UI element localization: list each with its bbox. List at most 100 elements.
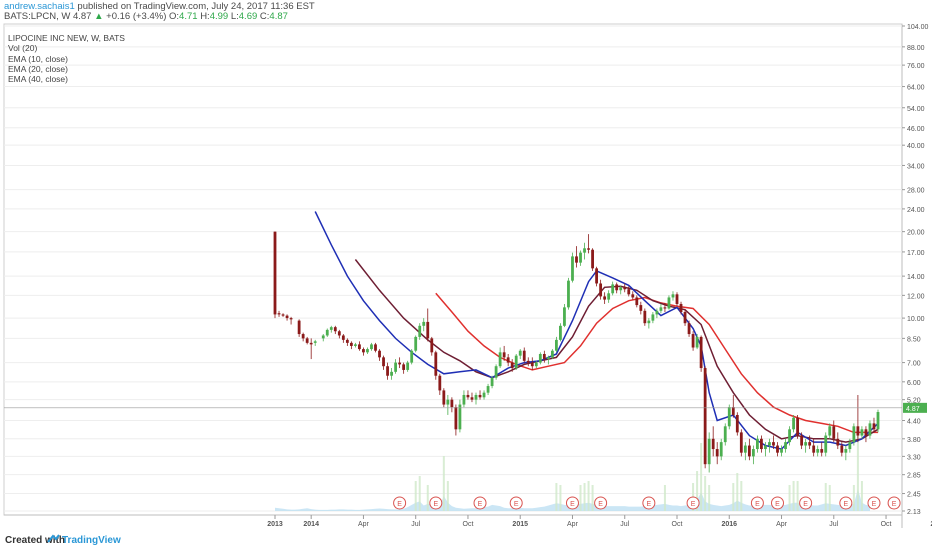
candle-body: [366, 349, 369, 353]
candle-body: [804, 442, 808, 446]
candle-body: [514, 355, 518, 369]
candle-body: [860, 429, 864, 436]
candle-body: [470, 397, 474, 400]
candle-body: [800, 435, 804, 446]
candle-body: [643, 310, 647, 324]
candle-body: [719, 442, 723, 457]
candle-body: [301, 334, 305, 339]
candle-body: [760, 438, 763, 450]
candle-body: [305, 338, 309, 343]
earnings-marker-label: E: [598, 501, 603, 508]
candle-body: [490, 377, 494, 387]
volume-bar: [555, 483, 558, 511]
earnings-marker-label: E: [478, 501, 483, 508]
legend-symbol[interactable]: LIPOCINE INC NEW, W, BATS: [8, 33, 125, 43]
candle-body: [559, 325, 562, 340]
x-tick-label: Jul: [829, 521, 838, 528]
candle-body: [691, 334, 695, 348]
x-tick-label: 2015: [512, 521, 528, 528]
y-tick-label: 10.00: [907, 316, 925, 323]
candle-body: [603, 296, 607, 300]
candle-body: [277, 313, 281, 315]
candle-body: [563, 307, 566, 326]
candle-body: [486, 386, 490, 393]
candle-body: [840, 445, 844, 453]
candle-body: [611, 284, 615, 294]
candle-body: [579, 252, 582, 263]
candle-body: [703, 368, 707, 465]
candle-body: [627, 289, 631, 295]
y-tick-label: 64.00: [907, 85, 925, 92]
x-tick-label: 2016: [721, 521, 737, 528]
candle-body: [370, 344, 373, 350]
candle-body: [321, 335, 325, 339]
volume-bar: [852, 485, 855, 511]
candle-body: [695, 336, 699, 348]
candle-body: [739, 432, 743, 453]
candle-body: [555, 339, 558, 351]
candle-body: [442, 390, 446, 405]
ema10-line: [314, 211, 879, 450]
plot-frame: [3, 23, 903, 516]
candle-body: [679, 303, 683, 313]
candle-body: [289, 318, 293, 320]
footer: Created with TradingView: [0, 528, 932, 550]
candle-body: [699, 336, 703, 369]
open-label: O:: [169, 11, 180, 22]
candle-body: [756, 438, 759, 450]
x-tick-label: 2013: [267, 521, 283, 528]
legend-ema10[interactable]: EMA (10, close): [8, 54, 125, 64]
volume-bar: [446, 481, 449, 511]
candle-body: [824, 435, 828, 453]
candle-body: [345, 339, 349, 343]
candle-body: [631, 294, 635, 298]
candle-body: [635, 297, 639, 306]
candle-body: [768, 442, 771, 446]
candle-body: [764, 445, 767, 450]
y-tick-label: 4.40: [907, 419, 921, 426]
y-tick-label: 14.00: [907, 274, 925, 281]
candle-body: [454, 407, 458, 430]
candle-body: [273, 231, 277, 315]
y-tick-label: 28.00: [907, 188, 925, 195]
candle-body: [868, 423, 872, 436]
legend-ema40[interactable]: EMA (40, close): [8, 74, 125, 84]
x-tick-label: Apr: [358, 521, 370, 528]
candle-body: [780, 449, 783, 453]
y-tick-label: 24.00: [907, 207, 925, 214]
volume-bar: [587, 481, 590, 511]
candle-body: [715, 449, 719, 457]
candle-body: [591, 249, 594, 269]
earnings-marker-label: E: [647, 501, 652, 508]
volume-bar: [426, 485, 429, 511]
candle-body: [530, 362, 534, 367]
volume-bar: [708, 485, 711, 511]
candle-body: [337, 331, 341, 336]
candle-body: [683, 312, 687, 324]
earnings-marker-label: E: [570, 501, 575, 508]
candle-body: [333, 327, 337, 332]
candle-body: [723, 426, 727, 443]
candle-body: [506, 357, 510, 363]
last-price-label: 4.87: [906, 406, 920, 413]
legend-volume[interactable]: Vol (20): [8, 43, 125, 53]
legend-ema20[interactable]: EMA (20, close): [8, 64, 125, 74]
candle-body: [349, 342, 353, 346]
candle-body: [583, 248, 586, 253]
candle-body: [663, 307, 667, 309]
candle-body: [542, 353, 546, 360]
price-chart[interactable]: 104.00 88.00 76.00 64.00 54.00 46.00 40.00 34.0…: [0, 22, 932, 528]
volume-bar: [736, 473, 739, 511]
candle-body: [358, 344, 361, 350]
candle-body: [462, 394, 466, 405]
candle-body: [522, 350, 526, 361]
tradingview-logo-icon[interactable]: [47, 533, 60, 545]
candle-body: [856, 426, 860, 436]
volume-bar: [740, 481, 743, 511]
candle-body: [406, 362, 410, 370]
y-tick-label: 3.80: [907, 437, 921, 444]
candle-body: [836, 438, 840, 446]
candle-body: [864, 429, 868, 436]
candle-body: [378, 350, 381, 358]
tradingview-brand[interactable]: TradingView: [62, 535, 121, 546]
